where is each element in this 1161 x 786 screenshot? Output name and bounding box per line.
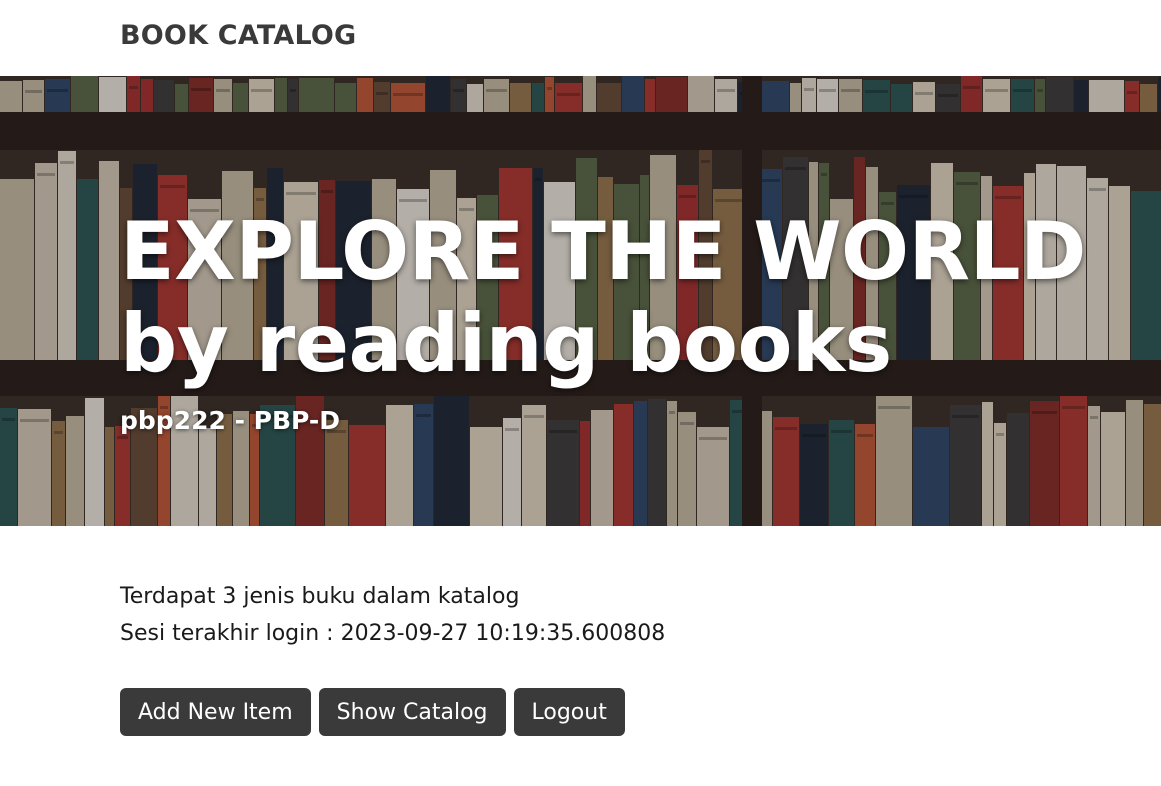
hero-subtitle: pbp222 - PBP-D (120, 406, 341, 435)
last-login-text: Sesi terakhir login : 2023-09-27 10:19:3… (120, 621, 666, 646)
book-count-text: Terdapat 3 jenis buku dalam katalog (120, 584, 520, 609)
catalog-info: Terdapat 3 jenis buku dalam katalog Sesi… (120, 578, 665, 652)
logout-button[interactable]: Logout (513, 688, 625, 736)
hero-title-line-2: by reading books (120, 297, 892, 390)
hero-title-line-1: EXPLORE THE WORLD (120, 205, 1086, 298)
action-buttons: Add New Item Show Catalog Logout (120, 688, 625, 736)
hero-banner: EXPLORE THE WORLD by reading books pbp22… (0, 76, 1161, 526)
brand-title[interactable]: BOOK CATALOG (120, 20, 356, 51)
show-catalog-button[interactable]: Show Catalog (318, 688, 506, 736)
hero-title: EXPLORE THE WORLD by reading books (120, 206, 1086, 390)
navbar: BOOK CATALOG (0, 0, 1161, 76)
add-new-item-button[interactable]: Add New Item (120, 688, 311, 736)
